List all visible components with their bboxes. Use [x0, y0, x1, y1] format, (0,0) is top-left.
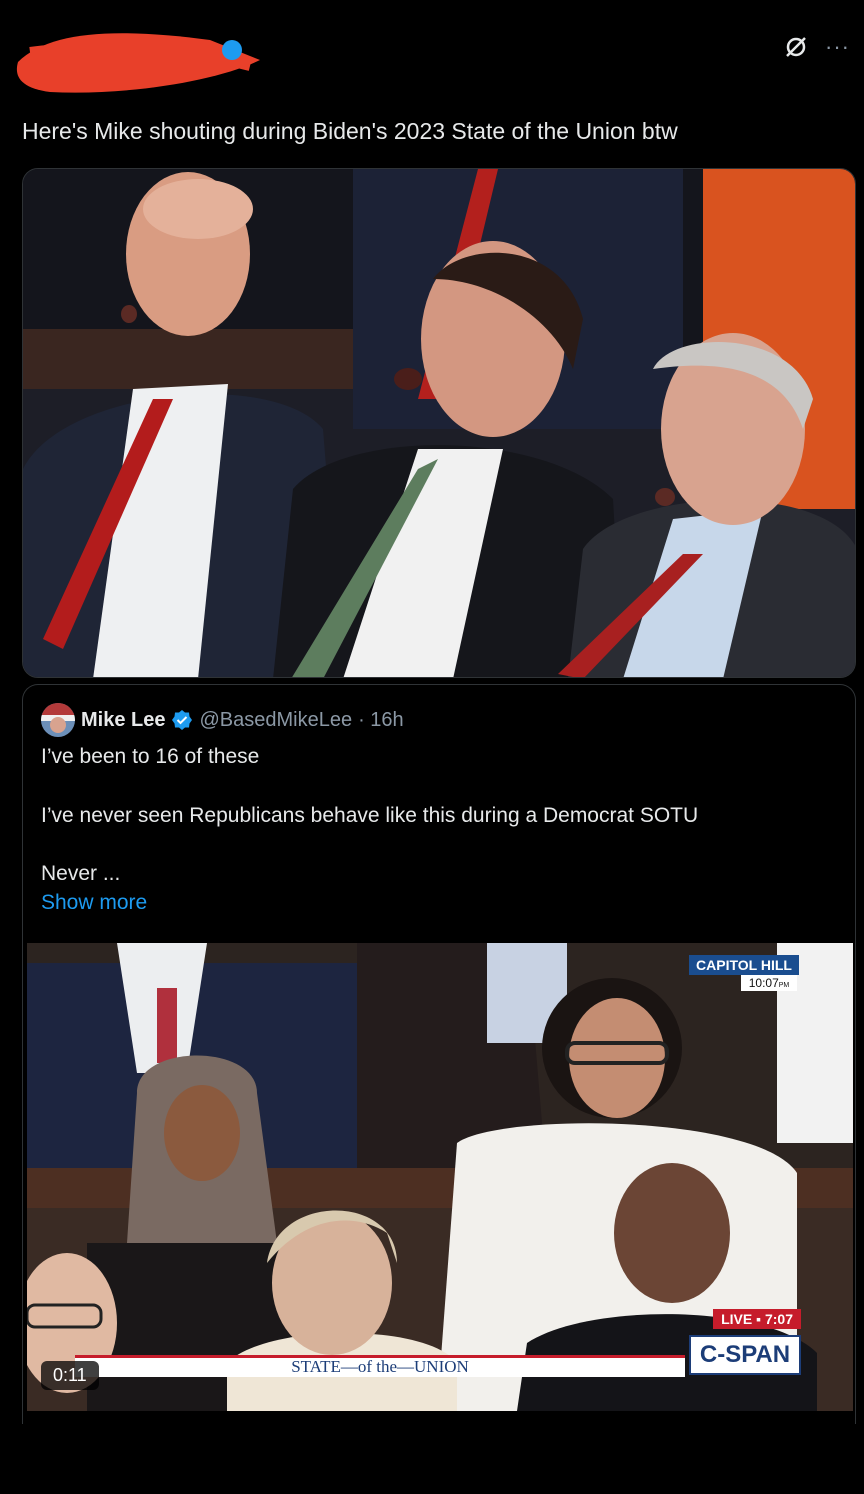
location-label: CAPITOL HILL — [689, 955, 799, 975]
quoted-author-handle[interactable]: @BasedMikeLee — [199, 709, 352, 732]
capitol-hill-badge: CAPITOL HILL 10:07PM — [689, 955, 799, 991]
post-text: Here's Mike shouting during Biden's 2023… — [22, 118, 678, 144]
bottom-fade — [0, 1434, 864, 1494]
post-header: ··· — [0, 0, 864, 110]
avatar[interactable] — [41, 703, 75, 737]
quoted-text-line-2: I’ve never seen Republicans behave like … — [41, 804, 699, 827]
post-photo[interactable] — [22, 168, 856, 678]
verified-badge-icon — [172, 710, 193, 730]
quoted-post[interactable]: Mike Lee @BasedMikeLee · 16h I’ve been t… — [22, 684, 856, 1424]
quoted-post-header: Mike Lee @BasedMikeLee · 16h — [41, 703, 404, 737]
show-more-link[interactable]: Show more — [41, 891, 147, 915]
clock-label: 10:07PM — [741, 975, 797, 991]
grok-slash-icon[interactable] — [783, 34, 809, 60]
quoted-text-line-3: Never ... — [41, 862, 121, 885]
senators-photo — [23, 169, 855, 677]
video-timer: 0:11 — [41, 1361, 99, 1390]
quoted-text-line-1: I’ve been to 16 of these — [41, 745, 260, 768]
live-badge: LIVE ▪ 7:07 — [713, 1309, 801, 1329]
more-horizontal-icon[interactable]: ··· — [825, 36, 850, 58]
quoted-author-name[interactable]: Mike Lee — [81, 709, 165, 732]
cspan-logo: C-SPAN — [689, 1335, 801, 1375]
sotu-banner: STATE—of the—UNION — [75, 1355, 685, 1377]
redaction-scribble — [16, 33, 260, 93]
quoted-post-time: · 16h — [358, 708, 404, 731]
video-player[interactable]: CAPITOL HILL 10:07PM STATE—of the—UNION … — [27, 943, 853, 1411]
